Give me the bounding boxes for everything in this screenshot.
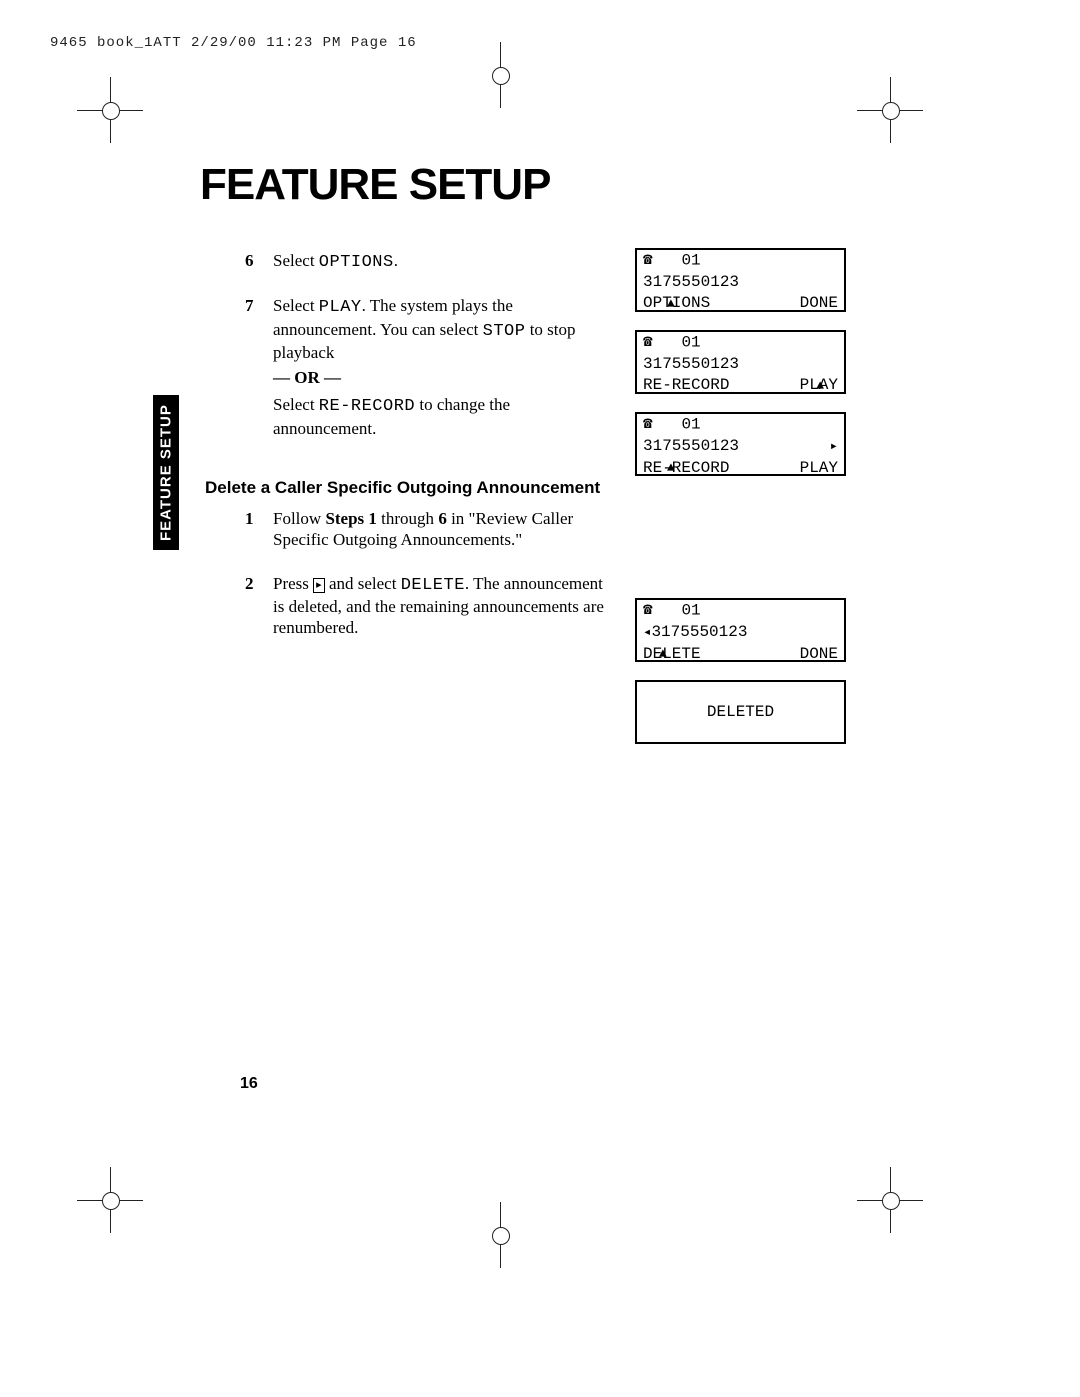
- scroll-right-icon: [830, 436, 838, 458]
- phone-icon: ☎: [643, 414, 653, 435]
- step-number: 7: [245, 295, 273, 316]
- softkey-arrow-icon: [667, 457, 675, 479]
- right-arrow-key-icon: ▸: [313, 578, 325, 593]
- lcd-screen: ☎ 01 3175550123 OPTIONSDONE: [635, 248, 846, 312]
- step-number: 6: [245, 250, 273, 271]
- body-content: 6 Select OPTIONS. 7 Select PLAY. The sys…: [245, 250, 615, 660]
- softkey-arrow-icon: [667, 293, 675, 315]
- phone-icon: ☎: [643, 600, 653, 621]
- lcd-screen: DELETED: [635, 680, 846, 744]
- page-number: 16: [240, 1075, 258, 1093]
- softkey-arrow-icon: [659, 643, 667, 665]
- print-header: 9465 book_1ATT 2/29/00 11:23 PM Page 16: [50, 35, 417, 51]
- subheading: Delete a Caller Specific Outgoing Announ…: [205, 477, 615, 498]
- step-number: 2: [245, 573, 273, 594]
- section-tab: FEATURE SETUP: [153, 395, 179, 550]
- step-7: 7 Select PLAY. The system plays the anno…: [245, 295, 615, 439]
- step-6: 6 Select OPTIONS.: [245, 250, 615, 273]
- registration-mark: [485, 1220, 515, 1250]
- lcd-message: DELETED: [707, 702, 774, 723]
- softkey-arrow-icon: [816, 375, 824, 397]
- step-text: Follow Steps 1 through 6 in "Review Call…: [273, 508, 615, 551]
- registration-mark: [95, 1185, 125, 1215]
- lcd-column: ☎ 01 3175550123 OPTIONSDONE ☎ 01 3175550…: [635, 248, 850, 494]
- or-separator: — OR —: [273, 367, 615, 388]
- registration-mark: [485, 60, 515, 90]
- lcd-screen: ☎ 01 3175550123 RE-RECORDPLAY: [635, 330, 846, 394]
- step-b2: 2 Press ▸ and select DELETE. The announc…: [245, 573, 615, 639]
- lcd-screen: ☎ 01 3175550123 RE-RECORDPLAY: [635, 412, 846, 476]
- step-b1: 1 Follow Steps 1 through 6 in "Review Ca…: [245, 508, 615, 551]
- lcd-column: ☎ 01 3175550123 DELETEDONE DELETED: [635, 598, 850, 762]
- step-number: 1: [245, 508, 273, 529]
- phone-icon: ☎: [643, 332, 653, 353]
- step-text: Select OPTIONS.: [273, 250, 615, 273]
- lcd-screen: ☎ 01 3175550123 DELETEDONE: [635, 598, 846, 662]
- registration-mark: [95, 95, 125, 125]
- registration-mark: [875, 1185, 905, 1215]
- step-text: Press ▸ and select DELETE. The announcem…: [273, 573, 615, 639]
- registration-mark: [875, 95, 905, 125]
- step-text: Select PLAY. The system plays the announ…: [273, 295, 615, 439]
- phone-icon: ☎: [643, 250, 653, 271]
- page-title: FEATURE SETUP: [200, 160, 550, 210]
